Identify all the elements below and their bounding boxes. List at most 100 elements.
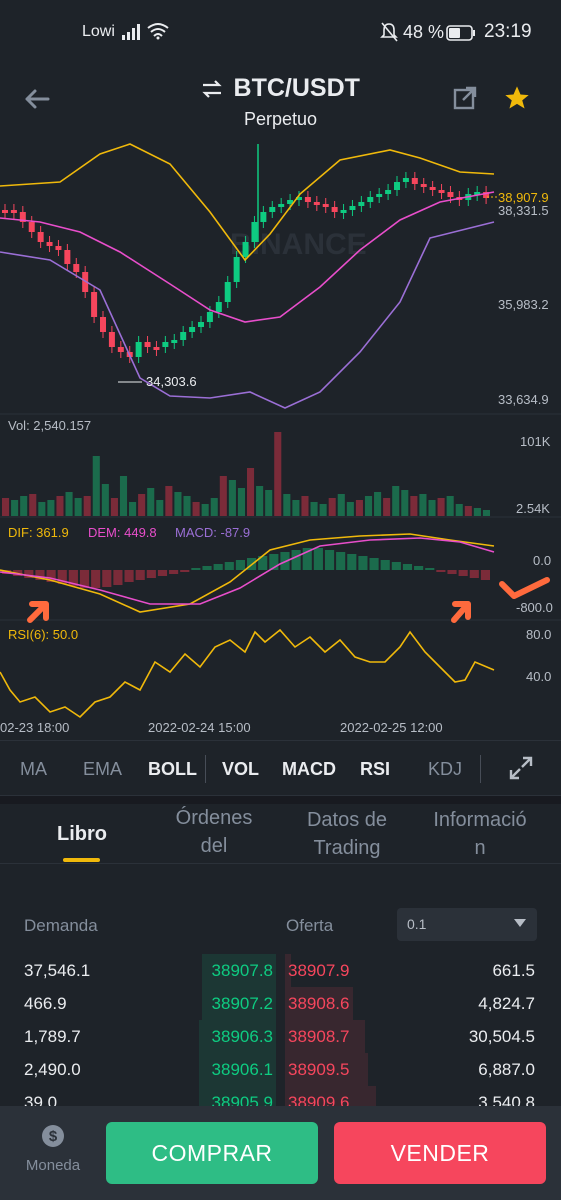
expand-icon[interactable] [508, 755, 534, 781]
volume-bar [328, 498, 336, 516]
depth-select[interactable]: 0.1 [397, 908, 537, 941]
ask-quantity: 661.5 [492, 961, 535, 980]
volume-bar [337, 494, 345, 516]
ask-column-label: Oferta [286, 916, 334, 935]
sell-button[interactable]: VENDER [334, 1122, 546, 1184]
indicator-tab-macd[interactable]: MACD [282, 759, 336, 780]
depth-value: 0.1 [407, 916, 427, 932]
macd-bar [436, 570, 446, 572]
macd-bar [347, 554, 357, 570]
indicator-tab-ma[interactable]: MA [20, 759, 47, 780]
order-book-row[interactable]: 37,546.1 38907.8 38907.9 661.5 [0, 954, 561, 987]
svg-text:$: $ [49, 1128, 58, 1145]
volume-bar [165, 486, 173, 516]
candle-body [322, 204, 329, 207]
order-book-row[interactable]: 466.9 38907.2 38908.6 4,824.7 [0, 987, 561, 1020]
volume-bar [119, 476, 128, 516]
macd-bar [369, 558, 379, 570]
candle-body [331, 207, 338, 212]
tab-label: Trading [313, 837, 381, 859]
buy-button[interactable]: COMPRAR [106, 1122, 318, 1184]
indicator-tab-kdj[interactable]: KDJ [428, 759, 462, 780]
time-axis-label: 2022-02-25 12:00 [340, 720, 443, 735]
tab-ordenes[interactable]: Órdenes del [158, 804, 270, 860]
annotation-arrow-icon [451, 601, 471, 623]
volume-axis-label: 101K [520, 434, 551, 449]
last-price-tag: 38,907.9 [498, 190, 549, 205]
order-book-row[interactable]: 2,490.0 38906.1 38909.5 6,887.0 [0, 1053, 561, 1086]
candle-body [242, 242, 249, 257]
divider [480, 755, 481, 783]
bid-price: 38906.1 [211, 1060, 273, 1079]
candle-body [144, 342, 151, 347]
macd-bar [336, 552, 346, 570]
bid-quantity: 37,546.1 [24, 961, 91, 980]
ask-price: 38908.7 [288, 1027, 350, 1046]
candle-body [55, 246, 62, 250]
macd-axis-label: -800.0 [516, 600, 553, 615]
bell-muted-icon [380, 22, 398, 42]
rsi-label: RSI(6): 50.0 [8, 627, 78, 642]
candle-body [153, 347, 160, 350]
favorite-star-icon[interactable] [503, 84, 531, 112]
clock: 23:19 [484, 21, 532, 42]
time-axis-label: 02-23 18:00 [0, 720, 69, 735]
candle-body [260, 212, 267, 222]
order-book-row[interactable]: 1,789.7 38906.3 38908.7 30,504.5 [0, 1020, 561, 1053]
volume-bar [138, 494, 146, 516]
volume-bar [446, 496, 454, 516]
volume-bar [183, 496, 191, 516]
candle-body [385, 190, 392, 194]
candle-body [100, 317, 106, 332]
volume-bar [247, 468, 255, 516]
battery-icon [446, 25, 475, 41]
candle-body [251, 222, 258, 242]
candle-body [233, 257, 240, 282]
bottom-bar: $ Moneda COMPRAR VENDER [0, 1106, 561, 1200]
ask-quantity: 4,824.7 [478, 994, 535, 1013]
price-axis-label: 38,331.5 [498, 203, 549, 218]
macd-bar [402, 564, 413, 570]
order-book-row[interactable]: 39.0 38905.9 38909.6 3,540.8 [0, 1086, 561, 1106]
indicator-tab-vol[interactable]: VOL [222, 759, 259, 780]
tab-label: Informació [433, 809, 527, 831]
indicator-tab-rsi[interactable]: RSI [360, 759, 390, 780]
tab-label: Datos de [306, 809, 388, 831]
rsi-axis-label: 80.0 [526, 627, 551, 642]
coin-button[interactable]: $ Moneda [22, 1124, 84, 1174]
candle-body [367, 197, 374, 202]
share-icon[interactable] [453, 86, 477, 110]
macd-histogram [0, 533, 495, 613]
macd-bar [180, 570, 190, 572]
tab-label: del [200, 835, 228, 857]
macd-bar [102, 570, 112, 587]
volume-bar [428, 500, 436, 516]
volume-bar [192, 502, 200, 516]
candle-body [64, 250, 71, 264]
wifi-icon [147, 23, 169, 40]
candle-body [402, 178, 409, 182]
macd-bar [324, 550, 335, 570]
volume-bar [219, 476, 227, 516]
volume-bar [392, 486, 400, 516]
volume-bar [364, 496, 373, 516]
tab-libro[interactable]: Libro [40, 820, 124, 848]
bid-quantity: 466.9 [24, 994, 67, 1013]
volume-bar [156, 500, 164, 516]
macd-bar [213, 564, 223, 570]
volume-bar [201, 504, 209, 516]
chart-canvas[interactable]: BINANCE 38,331.5 35,983.2 33,634.9 38,90… [0, 142, 561, 740]
candle-body [349, 206, 356, 210]
bid-quantity: 2,490.0 [24, 1060, 81, 1079]
volume-bar [482, 510, 490, 516]
tab-informacion[interactable]: Informació n [420, 806, 540, 862]
indicator-tab-boll[interactable]: BOLL [148, 759, 197, 780]
candle-body [278, 204, 285, 207]
ask-quantity: 3,540.8 [478, 1093, 535, 1106]
macd-bar [113, 570, 123, 585]
macd-bar [202, 566, 212, 570]
tab-datos-trading[interactable]: Datos de Trading [290, 806, 404, 862]
price-chart[interactable]: BINANCE 38,331.5 35,983.2 33,634.9 38,90… [0, 142, 561, 740]
status-bar: Lowi 48 % 23:19 [0, 0, 561, 66]
indicator-tab-ema[interactable]: EMA [83, 759, 122, 780]
